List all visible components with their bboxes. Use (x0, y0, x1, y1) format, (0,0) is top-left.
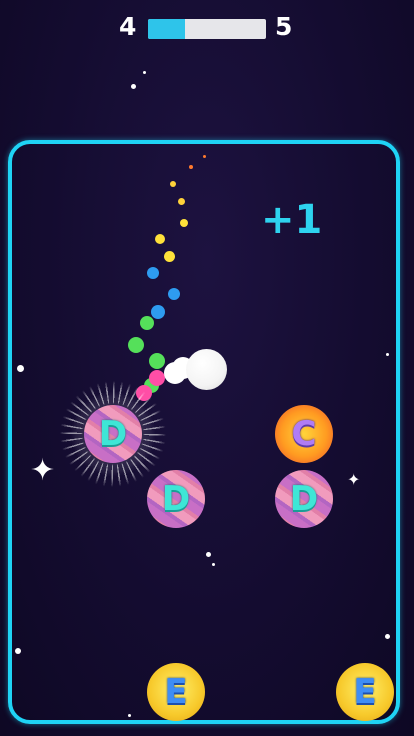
trail-dot (149, 353, 165, 369)
trail-dot (140, 316, 154, 330)
trail-dot (178, 198, 185, 205)
trail-dot (203, 155, 206, 158)
trail-dot (147, 267, 159, 279)
trail-dot (149, 370, 165, 386)
background-star (143, 71, 146, 74)
letter-ball-label: E (353, 672, 377, 712)
trail-dot (164, 251, 175, 262)
letter-ball-e[interactable]: E (336, 663, 394, 721)
letter-ball-d[interactable]: D (275, 470, 333, 528)
letter-ball-label: D (289, 479, 319, 519)
trail-dot (155, 234, 165, 244)
letter-ball-label: C (291, 414, 317, 454)
trail-dot (128, 337, 144, 353)
letter-ball-label: E (164, 672, 188, 712)
letter-ball-c[interactable]: C (275, 405, 333, 463)
level-progress-hud: 4 5 (0, 12, 414, 44)
current-level-number: 4 (119, 12, 137, 41)
trail-dot (180, 219, 188, 227)
level-progress-fill (148, 19, 185, 39)
background-star (131, 84, 136, 89)
trail-dot (168, 288, 180, 300)
letter-ball-e[interactable]: E (147, 663, 205, 721)
letter-ball-d[interactable]: D (84, 405, 142, 463)
letter-ball-label: D (161, 479, 191, 519)
letter-ball-d[interactable]: D (147, 470, 205, 528)
trail-dot (151, 305, 165, 319)
level-progress-bar (148, 19, 266, 39)
letter-ball-label: D (98, 414, 128, 454)
next-level-number: 5 (275, 12, 293, 41)
trail-dot (170, 181, 176, 187)
trail-dot (189, 165, 193, 169)
player-ball (186, 349, 227, 390)
score-popup: +1 (261, 197, 323, 243)
